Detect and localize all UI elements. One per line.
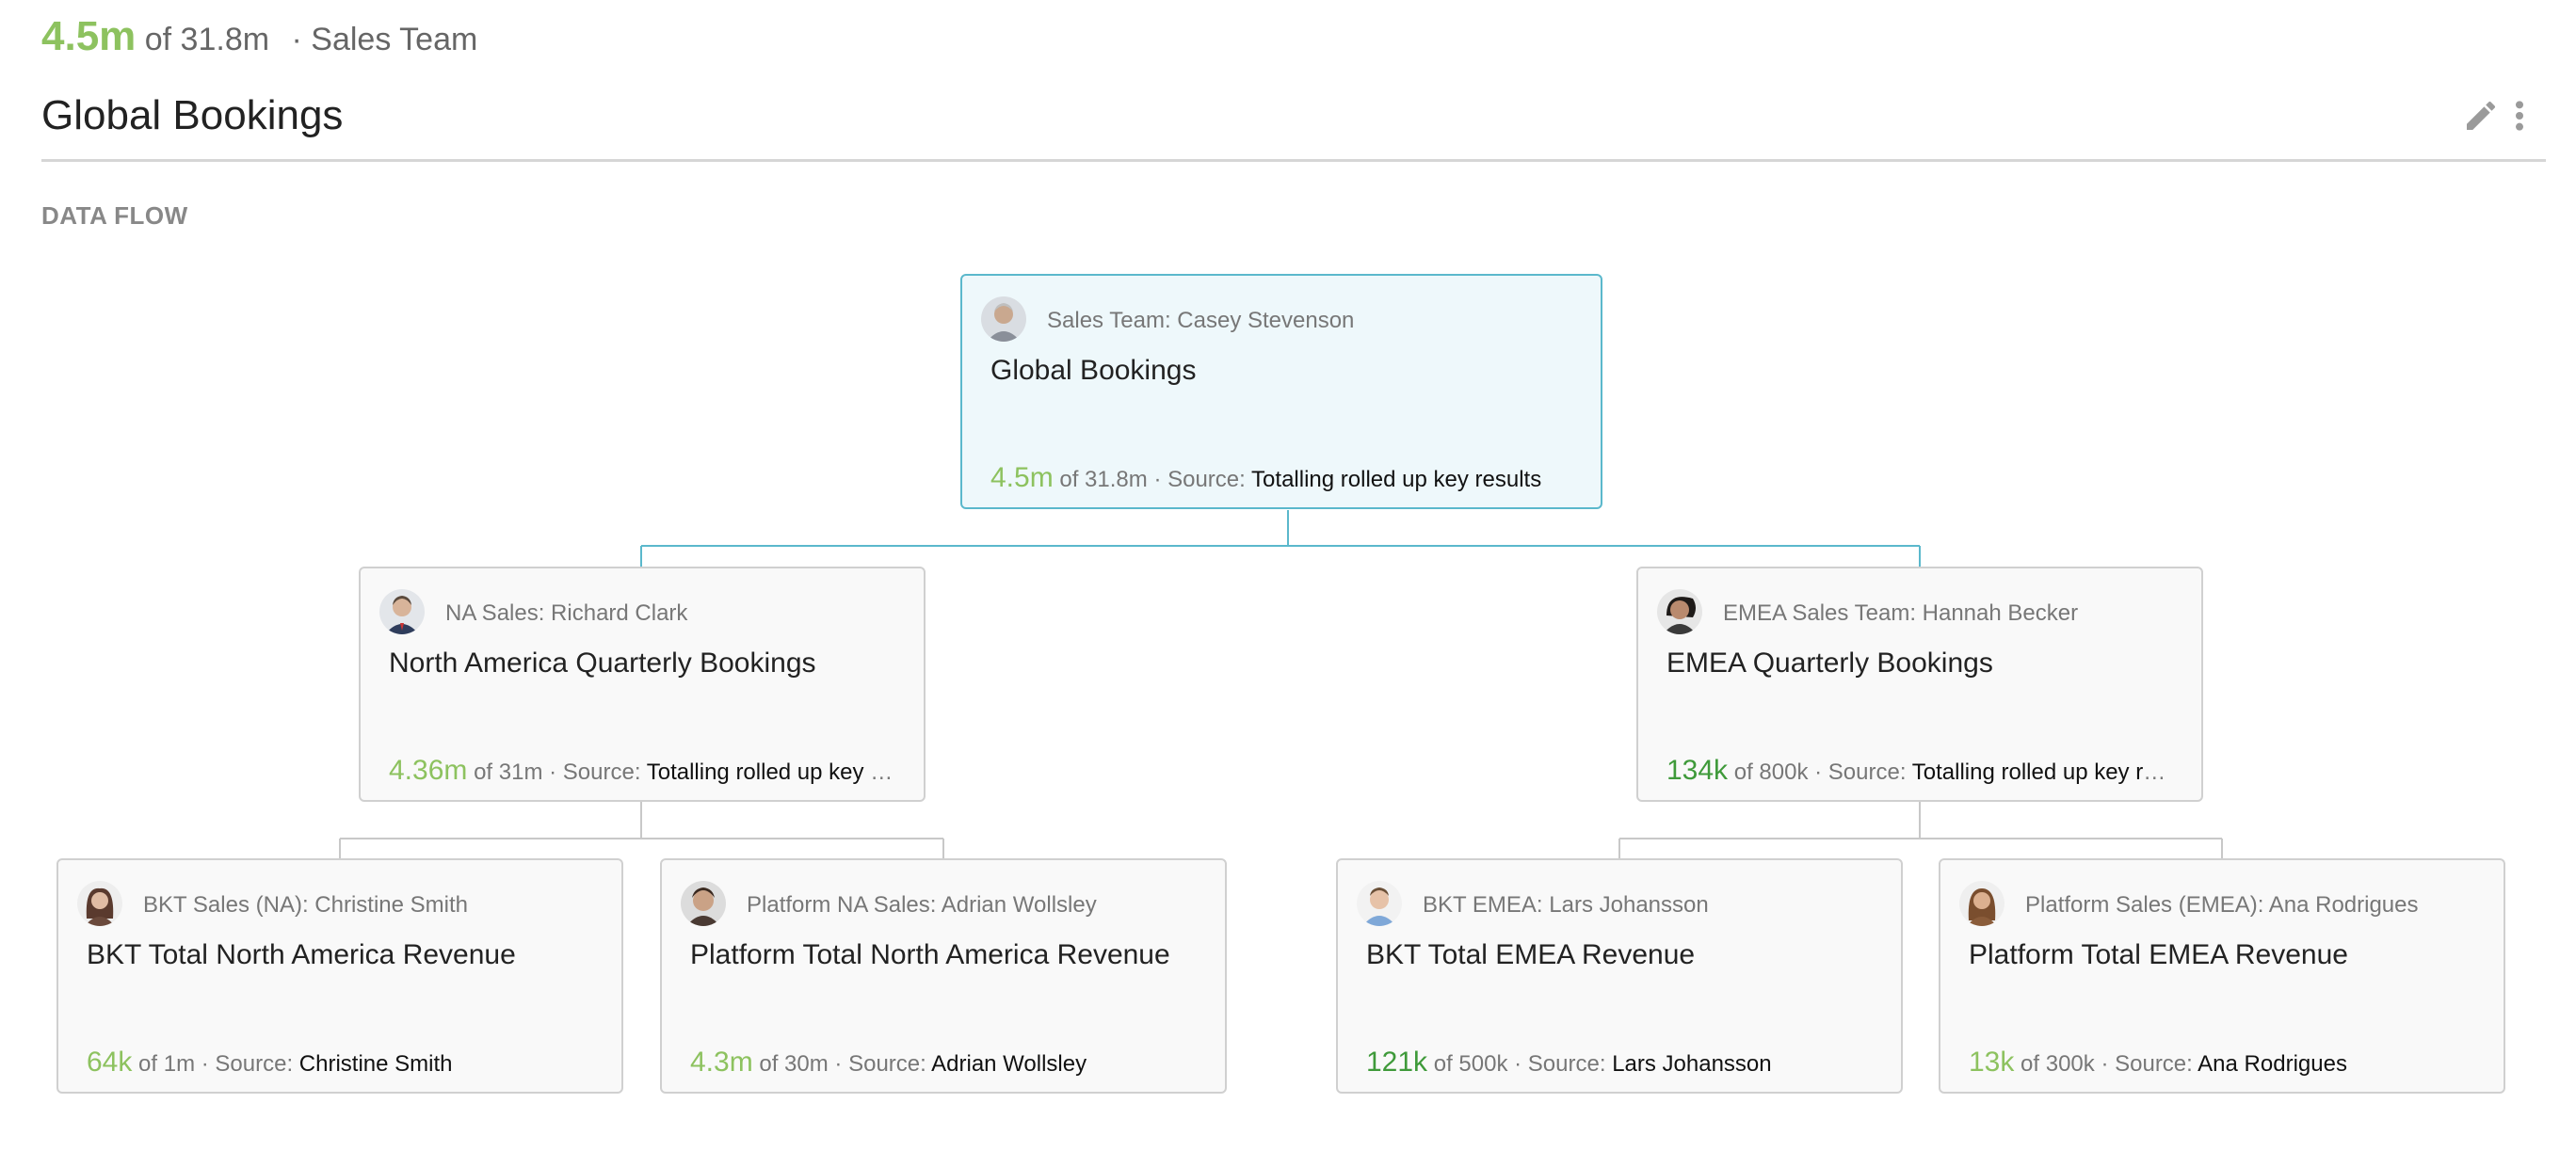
node-metric: 64k of 1m · Source: Christine Smith: [87, 1047, 595, 1079]
node-metric: 4.36m of 31m · Source: Totalling rolled …: [389, 755, 897, 787]
node-value: 121k: [1366, 1047, 1428, 1078]
node-source: Lars Johansson: [1612, 1051, 1772, 1077]
node-owner: Sales Team: Casey Stevenson: [1047, 308, 1355, 333]
connector-root: [640, 510, 1921, 567]
node-owner: Platform NA Sales: Adrian Wollsley: [747, 892, 1097, 918]
avatar: [681, 881, 726, 926]
avatar: [1959, 881, 2004, 926]
node-source-label: · Source:: [1514, 1051, 1606, 1077]
avatar: [981, 296, 1026, 342]
node-name: Platform Total EMEA Revenue: [1969, 939, 2348, 970]
node-value: 64k: [87, 1047, 133, 1078]
node-metric: 134k of 800k · Source: Totalling rolled …: [1666, 755, 2175, 787]
node-value: 134k: [1666, 755, 1729, 786]
node-platform-emea-revenue[interactable]: Platform Sales (EMEA): Ana Rodrigues Pla…: [1939, 858, 2505, 1094]
node-name: Global Bookings: [990, 355, 1197, 386]
node-owner: BKT EMEA: Lars Johansson: [1423, 892, 1709, 918]
node-target: of 30m: [759, 1051, 829, 1077]
node-platform-na-revenue[interactable]: Platform NA Sales: Adrian Wollsley Platf…: [660, 858, 1227, 1094]
node-target: of 300k: [2021, 1051, 2095, 1077]
node-target: of 800k: [1733, 759, 1809, 785]
node-value: 4.36m: [389, 755, 468, 786]
node-name: EMEA Quarterly Bookings: [1666, 647, 1993, 679]
node-metric: 121k of 500k · Source: Lars Johansson: [1366, 1047, 1875, 1079]
node-source-label: · Source:: [2101, 1051, 2193, 1077]
node-name: BKT Total North America Revenue: [87, 939, 516, 970]
node-owner: EMEA Sales Team: Hannah Becker: [1723, 600, 2079, 626]
node-owner: NA Sales: Richard Clark: [445, 600, 688, 626]
avatar: [379, 589, 425, 634]
node-owner: Platform Sales (EMEA): Ana Rodrigues: [2025, 892, 2419, 918]
avatar: [77, 881, 122, 926]
node-metric: 4.5m of 31.8m · Source: Totalling rolled…: [990, 462, 1593, 494]
node-name: North America Quarterly Bookings: [389, 647, 816, 679]
node-bkt-emea-revenue[interactable]: BKT EMEA: Lars Johansson BKT Total EMEA …: [1336, 858, 1903, 1094]
node-source: Totalling rolled up key results: [1251, 467, 1542, 492]
node-metric: 13k of 300k · Source: Ana Rodrigues: [1969, 1047, 2477, 1079]
node-source-label: · Source:: [834, 1051, 926, 1077]
connector-emea: [1618, 802, 2223, 858]
node-source-label: · Source:: [1814, 759, 1907, 785]
avatar: [1657, 589, 1702, 634]
node-value: 4.5m: [990, 462, 1054, 493]
node-source: Totalling rolled up key results: [1911, 759, 2175, 785]
node-source-label: · Source:: [1153, 467, 1246, 492]
node-target: of 1m: [138, 1051, 196, 1077]
connector-na: [339, 802, 944, 858]
node-target: of 31m: [474, 759, 543, 785]
node-value: 13k: [1969, 1047, 2015, 1078]
node-name: Platform Total North America Revenue: [690, 939, 1170, 970]
node-global-bookings[interactable]: Sales Team: Casey Stevenson Global Booki…: [960, 274, 1602, 509]
node-source: Totalling rolled up key results: [646, 759, 897, 785]
node-metric: 4.3m of 30m · Source: Adrian Wollsley: [690, 1047, 1199, 1079]
node-bkt-na-revenue[interactable]: BKT Sales (NA): Christine Smith BKT Tota…: [56, 858, 623, 1094]
node-target: of 31.8m: [1059, 467, 1148, 492]
node-value: 4.3m: [690, 1047, 753, 1078]
node-source: Adrian Wollsley: [931, 1051, 1087, 1077]
node-na-quarterly-bookings[interactable]: NA Sales: Richard Clark North America Qu…: [359, 567, 926, 802]
node-owner: BKT Sales (NA): Christine Smith: [143, 892, 468, 918]
node-source-label: · Source:: [201, 1051, 294, 1077]
node-name: BKT Total EMEA Revenue: [1366, 939, 1696, 970]
node-source-label: · Source:: [549, 759, 641, 785]
node-target: of 500k: [1433, 1051, 1508, 1077]
node-source: Ana Rodrigues: [2198, 1051, 2347, 1077]
page: 4.5m of 31.8m · Sales Team Global Bookin…: [0, 0, 2576, 1151]
node-emea-quarterly-bookings[interactable]: EMEA Sales Team: Hannah Becker EMEA Quar…: [1636, 567, 2203, 802]
avatar: [1357, 881, 1402, 926]
node-source: Christine Smith: [298, 1051, 453, 1077]
